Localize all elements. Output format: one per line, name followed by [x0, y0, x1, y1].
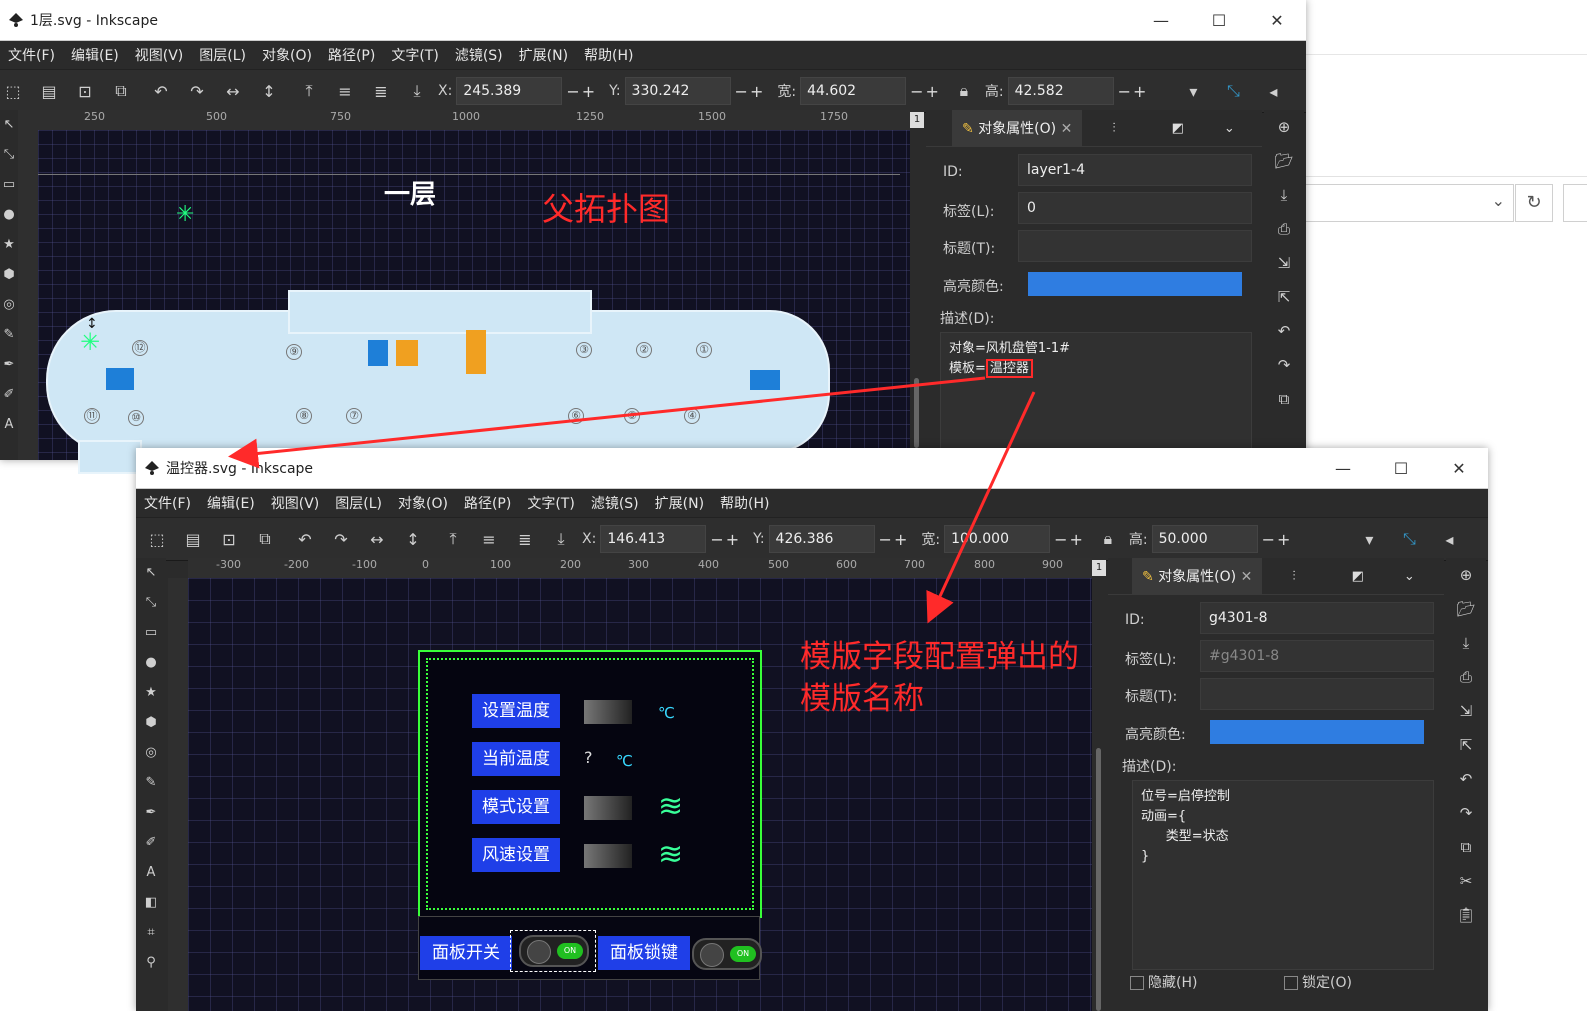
arrow-to-template-window	[228, 376, 986, 469]
arrow-to-annotation	[926, 391, 1036, 624]
annotation-arrows	[228, 376, 1036, 624]
